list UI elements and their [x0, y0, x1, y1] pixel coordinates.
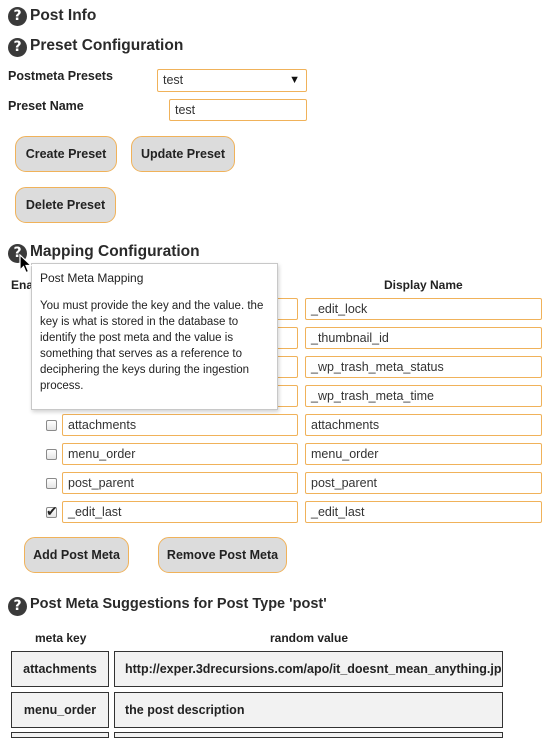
post-meta-suggestions-heading: Post Meta Suggestions for Post Type 'pos… — [30, 596, 327, 612]
update-preset-button[interactable]: Update Preset — [131, 136, 235, 172]
enable-checkbox[interactable] — [46, 449, 57, 460]
display-name-input[interactable]: menu_order — [305, 443, 542, 465]
help-tooltip: Post Meta Mapping You must provide the k… — [31, 263, 278, 410]
preset-configuration-heading: Preset Configuration — [30, 37, 184, 54]
post-info-heading: Post Info — [30, 7, 97, 24]
postmeta-presets-select[interactable]: test ▼ — [157, 69, 307, 92]
table-cell-meta-key: attachments — [11, 651, 109, 687]
display-name-input[interactable]: _edit_lock — [305, 298, 542, 320]
display-name-input[interactable]: post_parent — [305, 472, 542, 494]
table-cell-random-value: http://exper.3drecursions.com/apo/it_doe… — [114, 651, 503, 687]
meta-key-input[interactable]: post_parent — [62, 472, 298, 494]
meta-key-input[interactable]: _edit_last — [62, 501, 298, 523]
enable-checkbox[interactable] — [46, 478, 57, 489]
display-name-column-header: Display Name — [384, 278, 463, 292]
meta-key-column-header: meta key — [35, 631, 87, 645]
table-row-partial — [11, 732, 109, 738]
remove-post-meta-button[interactable]: Remove Post Meta — [158, 537, 287, 573]
display-name-input[interactable]: _thumbnail_id — [305, 327, 542, 349]
checkmark-icon: ✔ — [46, 504, 58, 520]
dropdown-arrow-icon: ▼ — [289, 74, 300, 86]
random-value-column-header: random value — [270, 631, 349, 645]
table-row-partial — [114, 732, 503, 738]
help-question-icon[interactable]: ? — [8, 597, 27, 616]
mapping-configuration-heading: Mapping Configuration — [30, 243, 200, 260]
enabled-column-header: Ena — [11, 278, 34, 292]
help-question-icon[interactable]: ? — [8, 7, 27, 26]
meta-key-input[interactable]: menu_order — [62, 443, 298, 465]
create-preset-button[interactable]: Create Preset — [15, 136, 117, 172]
add-post-meta-button[interactable]: Add Post Meta — [24, 537, 129, 573]
postmeta-presets-label: Postmeta Presets — [8, 69, 113, 83]
tooltip-body: You must provide the key and the value. … — [40, 300, 264, 392]
display-name-input[interactable]: _wp_trash_meta_status — [305, 356, 542, 378]
display-name-input[interactable]: attachments — [305, 414, 542, 436]
display-name-input[interactable]: _edit_last — [305, 501, 542, 523]
preset-name-input[interactable]: test — [169, 99, 307, 121]
postmeta-presets-selected-value: test — [163, 73, 184, 87]
delete-preset-button[interactable]: Delete Preset — [15, 187, 116, 223]
enable-checkbox[interactable] — [46, 420, 57, 431]
mouse-pointer-icon — [19, 254, 33, 274]
table-cell-meta-key: menu_order — [11, 692, 109, 728]
meta-key-input[interactable]: attachments — [62, 414, 298, 436]
help-question-icon[interactable]: ? — [8, 38, 27, 57]
display-name-input[interactable]: _wp_trash_meta_time — [305, 385, 542, 407]
preset-name-label: Preset Name — [8, 99, 84, 113]
tooltip-title: Post Meta Mapping — [40, 271, 144, 285]
table-cell-random-value: the post description — [114, 692, 503, 728]
